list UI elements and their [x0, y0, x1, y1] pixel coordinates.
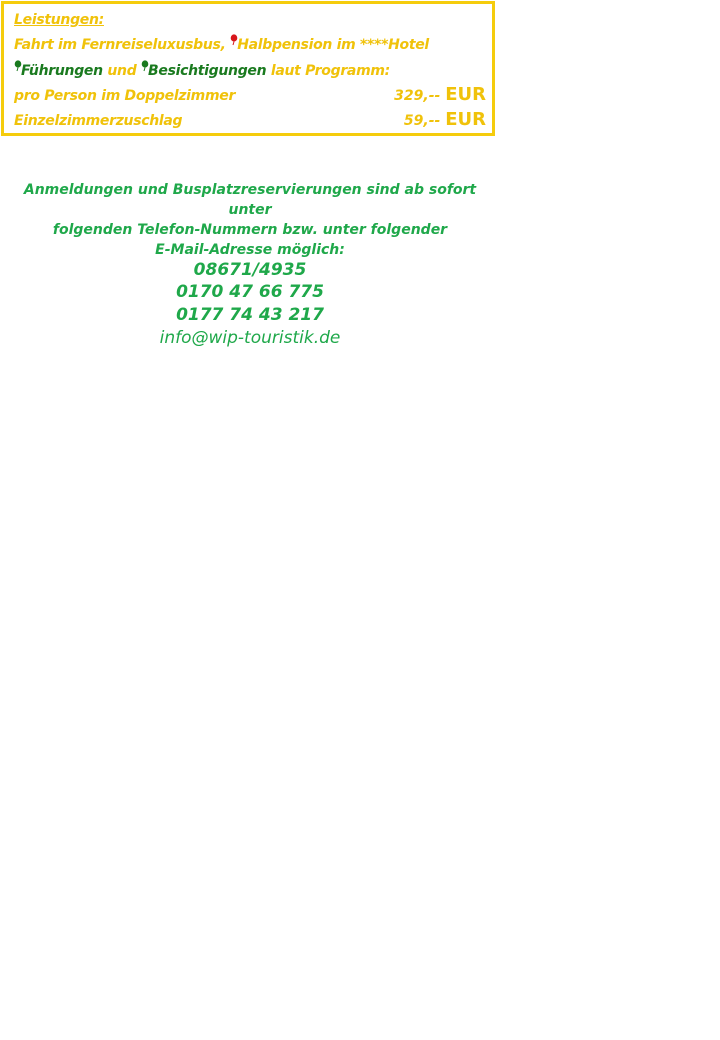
services-line-transport: Fahrt im Fernreiseluxusbus, Halbpension … — [14, 34, 429, 53]
intro-line: Anmeldungen und Busplatzreservierungen s… — [23, 182, 477, 218]
conjunction-text: und — [102, 63, 141, 79]
green-balloon-icon — [14, 60, 22, 75]
services-heading: Leistungen: — [14, 12, 104, 28]
phone-number: 08671/4935 — [193, 260, 307, 280]
services-box: Leistungen: Fahrt im Fernreiseluxusbus, … — [1, 1, 495, 136]
half-board-text: Halbpension im ****Hotel — [237, 37, 429, 53]
single-supplement-price: 59,-- EUR — [404, 109, 486, 130]
registration-intro: Anmeldungen und Busplatzreservierungen s… — [0, 180, 500, 260]
double-room-amount: 329,-- — [394, 88, 446, 104]
services-line-tours: Führungen und Besichtigungen laut Progra… — [14, 60, 390, 79]
double-room-label: pro Person im Doppelzimmer — [14, 88, 236, 104]
program-suffix-text: laut Programm: — [266, 63, 390, 79]
transport-text: Fahrt im Fernreiseluxusbus, — [14, 37, 231, 53]
sightseeing-item: Besichtigungen — [148, 63, 267, 79]
email-link[interactable]: info@wip-touristik.de — [0, 327, 500, 349]
double-room-currency: EUR — [445, 84, 486, 105]
single-supplement-amount: 59,-- — [403, 113, 446, 129]
green-balloon-icon — [141, 60, 149, 75]
double-room-price: 329,-- EUR — [394, 84, 486, 105]
tours-item: Führungen — [21, 63, 103, 79]
single-supplement-currency: EUR — [445, 109, 486, 130]
red-balloon-icon — [230, 34, 238, 49]
intro-line: E-Mail-Adresse möglich: — [155, 242, 345, 258]
phone-number: 0177 74 43 217 — [176, 305, 324, 325]
single-supplement-label: Einzelzimmerzuschlag — [14, 113, 183, 129]
intro-line: folgenden Telefon-Nummern bzw. unter fol… — [52, 222, 448, 238]
phone-number: 0170 47 66 775 — [176, 282, 324, 302]
